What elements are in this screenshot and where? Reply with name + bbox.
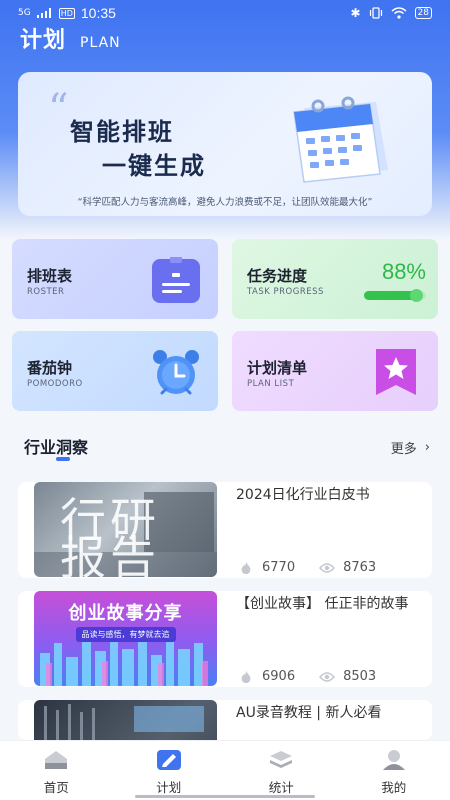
plan-icon [156, 750, 181, 770]
tab-stats[interactable]: 统计 [225, 741, 338, 800]
task-progress-title: 任务进度 [247, 267, 308, 285]
page-title: 计划 [20, 28, 67, 53]
hot-count: 6906 [262, 669, 296, 684]
article-thumbnail: 创业故事分享 品读与感悟，有梦就去追 [34, 591, 217, 686]
progress-knob [409, 289, 423, 302]
task-progress-percent: 88% [381, 259, 426, 284]
pomodoro-subtitle: POMODORO [27, 379, 83, 389]
clock: 10:35 [80, 5, 116, 21]
roster-subtitle: ROSTER [27, 287, 65, 297]
vibrate-icon [369, 7, 382, 19]
tab-stats-label: 统计 [268, 780, 294, 795]
insights-underline [56, 457, 70, 461]
flame-icon [241, 561, 251, 574]
bottom-tab-bar: 首页 计划 统计 我的 [0, 740, 450, 800]
tab-plan-label: 计划 [156, 780, 182, 795]
page-header: 计划 PLAN [20, 22, 121, 54]
task-progress-subtitle: TASK PROGRESS [247, 287, 324, 297]
article-title: 【创业故事】 任正非的故事 [236, 596, 409, 612]
eye-icon [319, 562, 336, 573]
banner-headline-1: 智能排班 [70, 118, 174, 146]
view-count: 8503 [343, 669, 377, 684]
clipboard-icon [152, 257, 200, 303]
plan-list-title: 计划清单 [247, 359, 308, 377]
tab-home-label: 首页 [43, 780, 69, 795]
flame-icon [241, 670, 251, 683]
task-progress-fill [364, 289, 423, 302]
article-card[interactable]: AU录音教程 | 新人必看 [18, 700, 432, 740]
alarm-clock-icon [153, 350, 199, 395]
article-title: AU录音教程 | 新人必看 [236, 705, 382, 721]
article-card[interactable]: 创业故事分享 品读与感悟，有梦就去追 【创业故事】 任正非的故事 6906 85… [18, 591, 432, 687]
user-icon [382, 750, 405, 770]
tab-mine-label: 我的 [381, 780, 407, 795]
thumbnail-text-bottom: 报告 [60, 531, 160, 577]
eye-icon [319, 671, 336, 682]
article-thumbnail: 行研 报告 [34, 482, 217, 577]
hot-count: 6770 [262, 560, 296, 575]
article-title: 2024日化行业白皮书 [236, 487, 370, 503]
home-indicator [135, 795, 315, 798]
stack-icon [270, 751, 293, 768]
task-progress-bar [364, 289, 426, 302]
quote-mark-icon: “ [48, 86, 69, 132]
wifi-icon [391, 7, 407, 19]
banner-tagline: “科学匹配人力与客流高峰，避免人力浪费或不足，让团队效能最大化” [77, 197, 373, 208]
bluetooth-icon: ✱ [350, 6, 361, 20]
insights-title: 行业洞察 [24, 438, 89, 457]
thumbnail-heading: 创业故事分享 [68, 603, 183, 624]
battery-indicator: 28 [414, 7, 432, 19]
mixing-console-icon [44, 704, 204, 740]
hd-badge: HD [58, 7, 75, 19]
article-stats: 6906 8503 [238, 669, 400, 684]
pomodoro-title: 番茄钟 [27, 359, 73, 377]
signal-indicator: 5G [18, 7, 31, 18]
roster-card[interactable]: 排班表 ROSTER [12, 239, 218, 319]
tab-mine[interactable]: 我的 [338, 741, 450, 800]
article-thumbnail [34, 700, 217, 740]
promo-banner[interactable]: “ 智能排班 一键生成 “科学匹配人力与客流高峰，避免人力浪费或不足，让团队效能… [18, 72, 432, 216]
chevron-right-icon: › [424, 440, 430, 455]
article-card[interactable]: 行研 报告 2024日化行业白皮书 6770 8763 [18, 482, 432, 578]
plan-list-card[interactable]: 计划清单 PLAN LIST [232, 331, 438, 411]
more-label: 更多 [390, 442, 417, 457]
page-subtitle: PLAN [80, 35, 121, 51]
article-stats: 6770 8763 [238, 560, 400, 575]
tab-plan[interactable]: 计划 [113, 741, 226, 800]
pomodoro-card[interactable]: 番茄钟 POMODORO [12, 331, 218, 411]
more-link[interactable]: 更多 › [391, 438, 430, 457]
plan-list-subtitle: PLAN LIST [247, 379, 295, 389]
star-bookmark-icon [376, 349, 416, 395]
calendar-illustration-icon [293, 96, 388, 183]
home-icon [45, 751, 68, 769]
banner-headline-2: 一键生成 [102, 152, 206, 180]
signal-bars-icon [36, 8, 51, 18]
task-progress-card[interactable]: 任务进度 TASK PROGRESS 88% [232, 239, 438, 319]
thumbnail-caption: 品读与感悟，有梦就去追 [75, 627, 176, 642]
tab-home[interactable]: 首页 [0, 741, 113, 800]
view-count: 8763 [343, 560, 377, 575]
roster-title: 排班表 [27, 267, 73, 285]
